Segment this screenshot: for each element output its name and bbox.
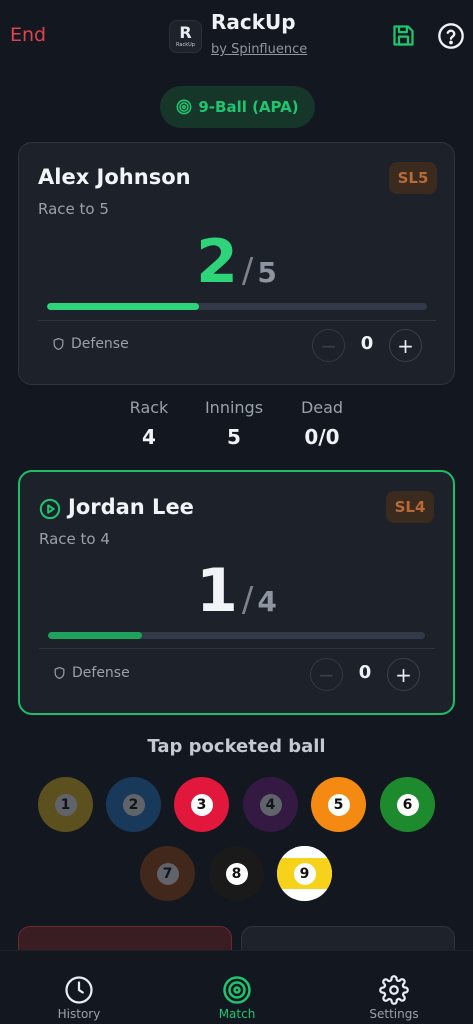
ball-7[interactable]: 7 bbox=[140, 846, 195, 901]
nav-label: Settings bbox=[369, 1007, 419, 1021]
defense-increment-button[interactable]: + bbox=[389, 329, 422, 362]
ball-number: 3 bbox=[190, 793, 213, 816]
player-name: Jordan Lee bbox=[68, 495, 194, 519]
app-subtitle-link[interactable]: by Spinfluence bbox=[211, 42, 307, 57]
skill-level-badge: SL5 bbox=[389, 162, 437, 194]
defense-increment-button[interactable]: + bbox=[387, 658, 420, 691]
score-slash: / bbox=[241, 580, 254, 620]
player-name: Alex Johnson bbox=[38, 165, 191, 189]
stat-rack: Rack 4 bbox=[104, 398, 194, 449]
ball-4[interactable]: 4 bbox=[243, 777, 298, 832]
ball-number: 4 bbox=[259, 793, 282, 816]
target-icon bbox=[176, 99, 192, 115]
tap-pocketed-ball-label: Tap pocketed ball bbox=[147, 736, 326, 757]
score-slash: / bbox=[241, 251, 254, 291]
gear-icon bbox=[379, 975, 409, 1005]
clock-icon bbox=[65, 976, 93, 1004]
end-match-button[interactable]: End bbox=[10, 24, 46, 46]
app-title: RackUp bbox=[211, 10, 296, 34]
ball-number: 9 bbox=[293, 862, 316, 885]
help-icon[interactable] bbox=[437, 22, 465, 50]
ball-5[interactable]: 5 bbox=[311, 777, 366, 832]
ball-number: 6 bbox=[396, 793, 419, 816]
race-progress-bar bbox=[47, 303, 427, 310]
app-logo: R RackUp bbox=[169, 20, 202, 53]
defense-count: 0 bbox=[358, 662, 372, 683]
skill-level-badge: SL4 bbox=[386, 491, 434, 523]
save-icon[interactable] bbox=[390, 22, 417, 49]
player-card-2[interactable]: Jordan Lee SL4 Race to 4 1/4 Defense − 0… bbox=[18, 470, 455, 715]
race-progress-fill bbox=[47, 303, 199, 310]
ball-number: 7 bbox=[156, 862, 179, 885]
ball-number: 5 bbox=[327, 793, 350, 816]
score-display: 1/4 bbox=[20, 556, 453, 626]
divider bbox=[39, 648, 435, 649]
score-target: 5 bbox=[257, 256, 277, 289]
race-label: Race to 4 bbox=[39, 530, 110, 548]
ball-8[interactable]: 8 bbox=[209, 846, 264, 901]
stat-innings: Innings 5 bbox=[189, 398, 279, 449]
race-progress-bar bbox=[48, 632, 425, 639]
play-circle-icon bbox=[39, 498, 61, 520]
ball-2[interactable]: 2 bbox=[106, 777, 161, 832]
logo-wordmark: RackUp bbox=[176, 41, 195, 48]
score-value: 1 bbox=[196, 556, 238, 626]
stat-value: 4 bbox=[142, 425, 156, 449]
nav-label: Match bbox=[218, 1007, 256, 1021]
ball-number: 2 bbox=[122, 793, 145, 816]
stat-label: Innings bbox=[204, 398, 264, 417]
ball-number: 8 bbox=[225, 862, 248, 885]
defense-text: Defense bbox=[71, 336, 129, 352]
target-icon bbox=[223, 976, 251, 1004]
score-target: 4 bbox=[257, 585, 277, 618]
ball-number: 1 bbox=[54, 793, 77, 816]
stat-value: 0/0 bbox=[304, 425, 340, 449]
defense-decrement-button[interactable]: − bbox=[312, 329, 345, 362]
score-value: 2 bbox=[196, 227, 238, 297]
defense-label: Defense bbox=[53, 665, 130, 681]
bottom-nav: History Match Settings bbox=[0, 950, 473, 1024]
ball-3[interactable]: 3 bbox=[174, 777, 229, 832]
nav-settings[interactable]: Settings bbox=[354, 975, 434, 1021]
nav-history[interactable]: History bbox=[39, 975, 119, 1021]
divider bbox=[38, 320, 436, 321]
score-display: 2/5 bbox=[19, 227, 454, 297]
header: End R RackUp RackUp by Spinfluence bbox=[0, 0, 473, 80]
ball-1[interactable]: 1 bbox=[38, 777, 93, 832]
game-type-label: 9-Ball (APA) bbox=[198, 98, 299, 116]
stat-label: Dead bbox=[300, 398, 344, 417]
logo-letter: R bbox=[179, 22, 192, 42]
nav-label: History bbox=[57, 1007, 101, 1021]
shield-icon bbox=[53, 337, 64, 351]
defense-decrement-button[interactable]: − bbox=[310, 658, 343, 691]
stat-dead: Dead 0/0 bbox=[277, 398, 367, 449]
shield-icon bbox=[54, 666, 65, 680]
race-progress-fill bbox=[48, 632, 143, 639]
ball-6[interactable]: 6 bbox=[380, 777, 435, 832]
race-label: Race to 5 bbox=[38, 200, 109, 218]
nav-match[interactable]: Match bbox=[197, 975, 277, 1021]
defense-count: 0 bbox=[360, 333, 374, 354]
stat-value: 5 bbox=[227, 425, 241, 449]
ball-9[interactable]: 9 bbox=[277, 846, 332, 901]
stat-label: Rack bbox=[129, 398, 169, 417]
player-card-1[interactable]: Alex Johnson SL5 Race to 5 2/5 Defense −… bbox=[18, 142, 455, 385]
game-type-pill[interactable]: 9-Ball (APA) bbox=[160, 86, 315, 128]
defense-label: Defense bbox=[52, 336, 129, 352]
defense-text: Defense bbox=[72, 665, 130, 681]
